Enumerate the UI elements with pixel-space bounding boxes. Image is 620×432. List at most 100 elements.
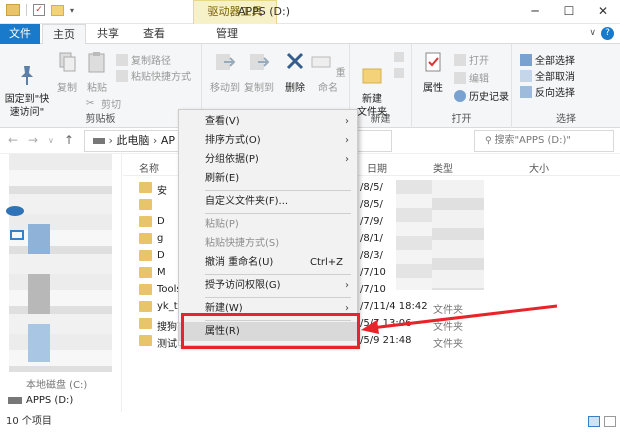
paste-button[interactable]: 粘贴 xyxy=(82,50,112,94)
drive-icon xyxy=(8,397,22,404)
rename-button[interactable]: 重命名 xyxy=(310,50,346,94)
new-folder-button[interactable]: 新建 文件夹 xyxy=(354,50,390,119)
forward-arrow-icon[interactable]: → xyxy=(28,133,38,147)
menu-item-paste-shortcut[interactable]: 粘贴快捷方式(S) xyxy=(179,234,357,253)
ribbon-tabs: 文件 主页 共享 查看 管理 ∨ ? xyxy=(0,24,620,45)
copy-to-button[interactable]: 复制到 xyxy=(242,50,276,94)
submenu-arrow-icon: › xyxy=(345,135,349,146)
blurred-region xyxy=(0,154,112,372)
up-arrow-icon[interactable]: ↑ xyxy=(64,133,74,147)
menu-item-refresh[interactable]: 刷新(E) xyxy=(179,169,357,188)
menu-separator xyxy=(205,213,351,214)
nav-item-local-disk[interactable]: 本地磁盘 (C:) xyxy=(26,376,87,391)
column-size[interactable]: 大小 xyxy=(529,160,549,175)
search-input[interactable]: ⚲ 搜索"APPS (D:)" xyxy=(474,130,614,152)
invert-selection-button[interactable]: 反向选择 xyxy=(520,84,575,99)
minimize-button[interactable]: ─ xyxy=(518,0,552,24)
clipboard-group: 固定到"快 速访问" 复制 粘贴 复制路径 粘贴快捷方式 ✂ 剪切 剪贴板 xyxy=(0,44,202,128)
folder-icon xyxy=(139,301,152,312)
menu-item-customize-folder[interactable]: 自定义文件夹(F)... xyxy=(179,192,357,211)
new-folder-quick-icon[interactable] xyxy=(51,4,64,16)
column-type[interactable]: 类型 xyxy=(433,160,453,175)
maximize-button[interactable]: ☐ xyxy=(552,0,586,24)
select-none-icon xyxy=(520,69,532,82)
tab-share[interactable]: 共享 xyxy=(86,24,130,44)
new-item-icon[interactable] xyxy=(394,52,404,62)
collapse-ribbon-icon[interactable]: ∨ xyxy=(589,28,596,38)
copy-to-icon xyxy=(250,54,270,70)
folder-icon xyxy=(139,284,152,295)
menu-separator xyxy=(205,297,351,298)
new-group-label: 新建 xyxy=(370,114,391,125)
recent-locations-icon[interactable]: ∨ xyxy=(48,136,54,145)
blurred-block xyxy=(28,274,50,314)
properties-quick-icon[interactable]: ✓ xyxy=(33,4,45,16)
explorer-icon xyxy=(6,4,20,16)
folder-icon xyxy=(139,267,152,278)
close-button[interactable]: ✕ xyxy=(586,0,620,24)
clipboard-group-label: 剪贴板 xyxy=(85,114,116,125)
menu-item-give-access[interactable]: 授予访问权限(G) › xyxy=(179,276,357,295)
move-to-button[interactable]: 移动到 xyxy=(208,50,242,94)
blurred-block xyxy=(28,324,50,362)
tab-file[interactable]: 文件 xyxy=(0,24,40,44)
edit-button[interactable]: 编辑 xyxy=(454,70,489,85)
status-bar: 10 个项目 xyxy=(0,412,620,432)
paste-shortcut-button[interactable]: 粘贴快捷方式 xyxy=(116,68,191,83)
large-icons-view-icon[interactable] xyxy=(604,416,616,427)
tab-view[interactable]: 查看 xyxy=(130,24,178,44)
history-icon xyxy=(454,89,466,102)
copy-path-icon xyxy=(116,53,128,66)
breadcrumb-this-pc[interactable]: 此电脑 xyxy=(116,134,149,147)
properties-button[interactable]: 属性 xyxy=(418,50,448,94)
paste-icon xyxy=(88,52,105,73)
customize-quick-access-icon[interactable]: ▾ xyxy=(70,6,74,15)
column-name[interactable]: 名称 xyxy=(139,160,159,175)
select-none-button[interactable]: 全部取消 xyxy=(520,68,575,83)
item-count: 10 个项目 xyxy=(6,416,52,427)
copy-path-button[interactable]: 复制路径 xyxy=(116,52,171,67)
computer-icon xyxy=(10,230,24,240)
menu-item-sort[interactable]: 排序方式(O) › xyxy=(179,131,357,150)
menu-item-paste[interactable]: 粘贴(P) xyxy=(179,215,357,234)
easy-access-icon[interactable] xyxy=(394,68,404,78)
pin-quick-access-button[interactable]: 固定到"快 速访问" xyxy=(2,50,52,119)
folder-icon xyxy=(139,233,152,244)
window-title: APPS (D:) xyxy=(238,5,291,18)
new-group: 新建 文件夹 新建 xyxy=(350,44,412,128)
details-view-icon[interactable] xyxy=(588,416,600,427)
copy-button[interactable]: 复制 xyxy=(54,50,80,94)
open-group: 属性 打开 编辑 历史记录 打开 xyxy=(412,44,512,128)
menu-item-undo-rename[interactable]: 撤消 重命名(U) Ctrl+Z xyxy=(179,253,357,272)
rename-icon xyxy=(311,56,331,68)
select-group: 全部选择 全部取消 反向选择 选择 xyxy=(512,44,620,128)
menu-item-view[interactable]: 查看(V) › xyxy=(179,112,357,131)
help-icon[interactable]: ? xyxy=(601,27,614,40)
nav-item-apps[interactable]: APPS (D:) xyxy=(26,395,73,406)
column-date[interactable]: 日期 xyxy=(367,160,387,175)
folder-icon xyxy=(139,335,152,346)
cut-button[interactable]: ✂ 剪切 xyxy=(86,96,121,112)
submenu-arrow-icon: › xyxy=(345,280,349,291)
menu-separator xyxy=(205,190,351,191)
menu-item-group[interactable]: 分组依据(P) › xyxy=(179,150,357,169)
tab-manage[interactable]: 管理 xyxy=(196,24,258,44)
history-button[interactable]: 历史记录 xyxy=(454,88,509,103)
select-group-label: 选择 xyxy=(556,114,576,125)
back-arrow-icon[interactable]: ← xyxy=(8,133,18,147)
open-button[interactable]: 打开 xyxy=(454,52,489,67)
highlight-box xyxy=(181,313,360,349)
invert-selection-icon xyxy=(520,85,532,98)
select-all-button[interactable]: 全部选择 xyxy=(520,52,575,67)
delete-button[interactable]: 删除 xyxy=(282,50,308,94)
blurred-block xyxy=(28,224,50,254)
folder-icon xyxy=(139,182,152,193)
context-menu: 查看(V) › 排序方式(O) › 分组依据(P) › 刷新(E) 自定义文件夹(F)… xyxy=(178,109,358,346)
menu-separator xyxy=(205,274,351,275)
folder-icon xyxy=(139,318,152,329)
delete-x-icon xyxy=(286,52,304,70)
submenu-arrow-icon: › xyxy=(345,116,349,127)
folder-icon xyxy=(139,199,152,210)
tab-home[interactable]: 主页 xyxy=(42,24,86,45)
breadcrumb-apps[interactable]: AP xyxy=(161,134,175,147)
